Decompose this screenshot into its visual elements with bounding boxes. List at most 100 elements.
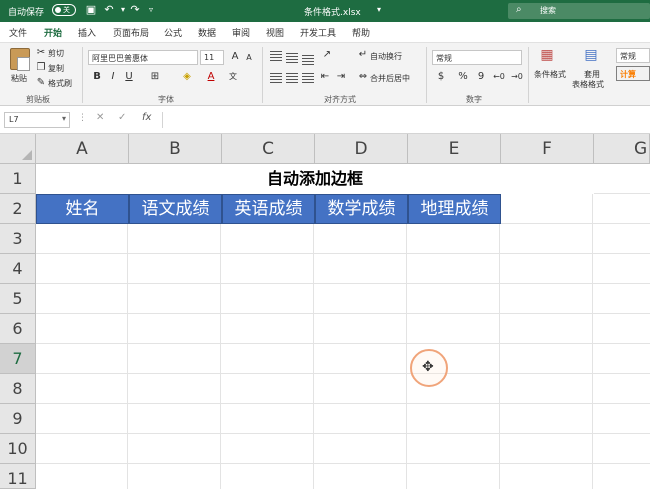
- separator: [528, 47, 529, 103]
- header-cell-math[interactable]: 数学成绩: [315, 194, 408, 224]
- wrap-text-button[interactable]: 自动换行: [370, 51, 402, 62]
- name-box[interactable]: L7: [4, 112, 70, 128]
- column-header-e[interactable]: E: [408, 134, 501, 164]
- tab-home[interactable]: 开始: [41, 26, 65, 44]
- enter-icon[interactable]: ✓: [118, 112, 126, 123]
- tab-help[interactable]: 帮助: [352, 26, 370, 39]
- decrease-indent-icon[interactable]: ⇤: [318, 71, 332, 83]
- style-normal[interactable]: 常规: [616, 48, 650, 63]
- font-name-select[interactable]: 阿里巴巴普惠体: [88, 50, 198, 65]
- formula-input[interactable]: [162, 112, 648, 128]
- row-header-10[interactable]: 10: [0, 434, 36, 464]
- format-painter-icon[interactable]: ✎: [34, 77, 48, 89]
- align-right-icon[interactable]: [302, 73, 314, 83]
- column-header-d[interactable]: D: [315, 134, 408, 164]
- search-icon: ⌕: [516, 4, 522, 15]
- orientation-icon[interactable]: ↗: [320, 49, 334, 61]
- autosave-state: 关: [63, 6, 70, 14]
- row-header-2[interactable]: 2: [0, 194, 36, 224]
- bold-icon[interactable]: B: [90, 71, 104, 83]
- save-icon[interactable]: ▣: [84, 3, 98, 17]
- undo-icon[interactable]: ↶: [102, 3, 116, 17]
- align-bottom-icon[interactable]: [302, 55, 314, 65]
- ribbon: 粘贴 ✂ 剪切 ❐ 复制 ✎ 格式刷 剪贴板 阿里巴巴普惠体 11 A A B …: [0, 42, 650, 106]
- paste-button[interactable]: 粘贴: [11, 73, 27, 84]
- comma-style-icon[interactable]: 9: [474, 71, 488, 83]
- row-header-7[interactable]: 7: [0, 344, 36, 374]
- row-header-8[interactable]: 8: [0, 374, 36, 404]
- cell-cursor-icon: ✥: [422, 359, 434, 375]
- borders-icon[interactable]: ⊞: [148, 71, 162, 83]
- tab-file[interactable]: 文件: [9, 26, 27, 39]
- style-normal-label: 常规: [620, 52, 636, 61]
- row-header-4[interactable]: 4: [0, 254, 36, 284]
- format-painter-button[interactable]: 格式刷: [48, 78, 72, 89]
- column-header-a[interactable]: A: [36, 134, 129, 164]
- font-name-value: 阿里巴巴普惠体: [92, 54, 148, 63]
- font-color-icon[interactable]: A: [204, 71, 218, 83]
- tab-data[interactable]: 数据: [198, 26, 216, 39]
- cut-icon[interactable]: ✂: [34, 47, 48, 59]
- insert-function-button[interactable]: fx: [142, 112, 151, 123]
- table-format-icon[interactable]: ▤: [584, 48, 598, 62]
- row-header-9[interactable]: 9: [0, 404, 36, 434]
- autosave-toggle[interactable]: 关: [52, 4, 76, 16]
- cut-button[interactable]: 剪切: [48, 48, 64, 59]
- column-header-f[interactable]: F: [501, 134, 594, 164]
- decrease-font-icon[interactable]: A: [242, 52, 256, 64]
- column-header-g[interactable]: G: [594, 134, 650, 164]
- title-cell[interactable]: 自动添加边框: [36, 164, 594, 194]
- align-middle-icon[interactable]: [286, 53, 298, 63]
- underline-icon[interactable]: U: [122, 71, 136, 83]
- header-cell-english[interactable]: 英语成绩: [222, 194, 315, 224]
- row-header-3[interactable]: 3: [0, 224, 36, 254]
- header-cell-name[interactable]: 姓名: [36, 194, 129, 224]
- merge-center-icon[interactable]: ⇔: [356, 71, 370, 83]
- conditional-format-button[interactable]: 条件格式: [534, 69, 566, 80]
- tab-review[interactable]: 审阅: [232, 26, 250, 39]
- paste-icon[interactable]: [10, 48, 30, 71]
- increase-font-icon[interactable]: A: [228, 51, 242, 63]
- header-cell-chinese[interactable]: 语文成绩: [129, 194, 222, 224]
- redo-icon[interactable]: ↷: [128, 3, 142, 17]
- tab-developer[interactable]: 开发工具: [300, 26, 336, 39]
- search-box[interactable]: ⌕ 搜索: [508, 3, 650, 19]
- phonetic-icon[interactable]: 文: [226, 71, 240, 83]
- align-left-icon[interactable]: [270, 73, 282, 83]
- row-header-11[interactable]: 11: [0, 464, 36, 489]
- align-top-icon[interactable]: [270, 51, 282, 61]
- number-format-select[interactable]: 常规: [432, 50, 522, 65]
- column-header-b[interactable]: B: [129, 134, 222, 164]
- tab-page-layout[interactable]: 页面布局: [113, 26, 149, 39]
- merge-center-button[interactable]: 合并后居中: [370, 73, 410, 84]
- percent-format-icon[interactable]: %: [456, 71, 470, 83]
- font-size-select[interactable]: 11: [200, 50, 224, 65]
- tab-insert[interactable]: 插入: [78, 26, 96, 39]
- tab-formulas[interactable]: 公式: [164, 26, 182, 39]
- copy-icon[interactable]: ❐: [34, 62, 48, 74]
- cancel-icon[interactable]: ✕: [96, 112, 104, 123]
- row-header-6[interactable]: 6: [0, 314, 36, 344]
- customize-toolbar-icon[interactable]: ▿: [144, 3, 158, 17]
- accounting-format-icon[interactable]: $: [434, 71, 448, 83]
- header-cell-geography[interactable]: 地理成绩: [408, 194, 501, 224]
- decrease-decimal-icon[interactable]: →0: [510, 71, 524, 83]
- fill-color-icon[interactable]: ◈: [180, 71, 194, 83]
- align-center-icon[interactable]: [286, 73, 298, 83]
- row-header-5[interactable]: 5: [0, 284, 36, 314]
- italic-icon[interactable]: I: [106, 71, 120, 83]
- conditional-format-icon[interactable]: ▦: [540, 48, 554, 62]
- select-all-button[interactable]: [0, 134, 36, 164]
- clipboard-group-label: 剪贴板: [26, 95, 50, 104]
- copy-button[interactable]: 复制: [48, 63, 64, 74]
- increase-indent-icon[interactable]: ⇥: [334, 71, 348, 83]
- filename-dropdown-icon[interactable]: ▾: [372, 3, 386, 17]
- wrap-text-icon[interactable]: ↵: [356, 49, 370, 61]
- style-calc[interactable]: 计算: [616, 66, 650, 81]
- tab-view[interactable]: 视图: [266, 26, 284, 39]
- row-header-1[interactable]: 1: [0, 164, 36, 194]
- more-icon: ⋮: [78, 113, 87, 123]
- increase-decimal-icon[interactable]: ←0: [492, 71, 506, 83]
- column-header-c[interactable]: C: [222, 134, 315, 164]
- table-format-button-line2[interactable]: 表格格式: [572, 79, 604, 90]
